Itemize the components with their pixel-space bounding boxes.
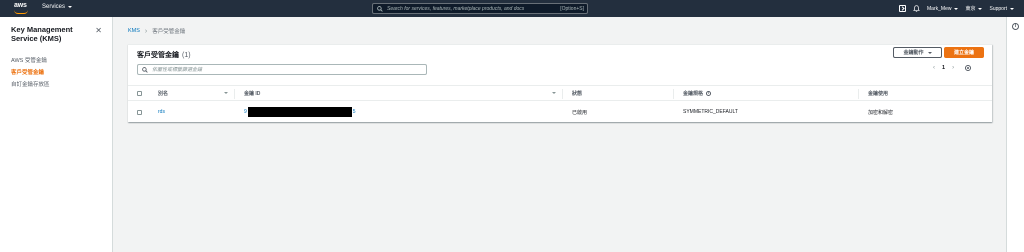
key-id-link[interactable]: 9 5: [244, 106, 356, 118]
region-label: 東京: [965, 6, 976, 12]
support-menu[interactable]: Support: [989, 6, 1014, 12]
cloudshell-icon[interactable]: [899, 5, 907, 12]
breadcrumb-current: 客戶受管金鑰: [152, 29, 186, 35]
aws-logo[interactable]: aws: [12, 2, 32, 15]
keys-table-container: 客戶受管金鑰(1) 金鑰動作 建立金鑰 依屬性或標籤篩選金鑰 ‹ 1 › 別名: [128, 44, 992, 122]
services-label: Services: [42, 4, 66, 10]
caret-down-icon: [978, 7, 983, 10]
column-header-key-id[interactable]: 金鑰 ID: [244, 86, 260, 100]
caret-down-icon: [927, 51, 932, 54]
top-navigation-bar: aws Services Search for services, featur…: [0, 0, 1024, 17]
info-icon[interactable]: i: [706, 90, 712, 96]
sort-icon[interactable]: [552, 92, 556, 94]
aws-smile-icon: [14, 10, 28, 14]
sidebar-item-aws-managed-keys[interactable]: AWS 受管金鑰: [11, 55, 50, 67]
key-id-sort-icon-cell: [552, 86, 556, 100]
next-page-button[interactable]: ›: [952, 65, 954, 71]
key-actions-label: 金鑰動作: [903, 50, 924, 56]
table-header: 別名 金鑰 ID 狀態 金鑰規格 i 金鑰使用: [128, 85, 992, 101]
caret-down-icon: [68, 6, 73, 8]
panel-title-text: 客戶受管金鑰: [137, 52, 179, 59]
status-value: 已啟用: [572, 109, 588, 116]
alias-sort-icon-cell: [224, 86, 228, 100]
help-panel-rail: i: [1006, 17, 1024, 252]
alias-header-label: 別名: [158, 90, 169, 97]
select-all-checkbox-cell: [137, 86, 142, 100]
create-key-label: 建立金鑰: [953, 50, 974, 56]
caret-down-icon: [1010, 7, 1014, 10]
alias-link[interactable]: rds: [158, 106, 165, 118]
breadcrumb: KMS › 客戶受管金鑰: [128, 27, 186, 36]
aws-logo-text: aws: [14, 2, 27, 9]
key-usage-value: 加密和解密: [868, 109, 894, 116]
column-divider: [673, 89, 674, 99]
search-icon: [377, 5, 383, 12]
search-shortcut-hint: [Option+S]: [560, 5, 584, 12]
column-header-alias[interactable]: 別名: [158, 86, 168, 100]
region-menu[interactable]: 東京: [965, 5, 983, 12]
column-header-key-spec[interactable]: 金鑰規格 i: [683, 86, 712, 100]
info-icon[interactable]: i: [1012, 23, 1019, 30]
key-spec-header-label: 金鑰規格: [683, 90, 704, 97]
account-menu[interactable]: Mark_Mew: [927, 5, 959, 12]
column-header-status[interactable]: 狀態: [572, 86, 582, 100]
sidebar-title: Key Management Service (KMS): [11, 25, 73, 43]
pagination: ‹ 1 ›: [933, 65, 972, 71]
column-divider: [234, 89, 235, 99]
column-header-key-usage[interactable]: 金鑰使用: [868, 86, 888, 100]
current-page-number[interactable]: 1: [942, 65, 945, 71]
key-id-prefix: 9: [244, 109, 247, 115]
sidebar-item-custom-key-stores[interactable]: 自訂金鑰存放區: [11, 79, 50, 91]
key-id-header-label: 金鑰 ID: [244, 90, 261, 97]
bell-icon[interactable]: [913, 5, 920, 12]
search-icon: [142, 66, 148, 73]
sidebar-nav: AWS 受管金鑰 客戶受管金鑰 自訂金鑰存放區: [11, 55, 50, 91]
filter-input[interactable]: 依屬性或標籤篩選金鑰: [137, 64, 427, 75]
support-label: Support: [989, 5, 1007, 12]
account-label: Mark_Mew: [927, 5, 952, 12]
nav-right-group: Mark_Mew 東京 Support: [899, 3, 1014, 14]
key-usage-header-label: 金鑰使用: [868, 90, 889, 97]
breadcrumb-kms-link[interactable]: KMS: [128, 28, 140, 34]
filter-placeholder: 依屬性或標籤篩選金鑰: [152, 67, 203, 73]
caret-down-icon: [954, 7, 959, 10]
status-header-label: 狀態: [572, 90, 583, 97]
column-divider: [858, 89, 859, 99]
key-count: (1): [182, 52, 191, 59]
breadcrumb-separator: ›: [144, 27, 148, 35]
row-select-checkbox[interactable]: [137, 109, 142, 115]
sidebar-item-customer-managed-keys[interactable]: 客戶受管金鑰: [11, 67, 50, 79]
global-search-input[interactable]: Search for services, features, marketpla…: [372, 3, 588, 14]
search-placeholder: Search for services, features, marketpla…: [387, 5, 525, 12]
sidebar: Key Management Service (KMS) ✕ AWS 受管金鑰 …: [0, 17, 113, 252]
create-key-button[interactable]: 建立金鑰: [944, 47, 984, 58]
table-row: rds 9 5 已啟用 SYMMETRIC_DEFAULT 加密和解密: [128, 106, 992, 118]
row-checkbox-cell: [137, 106, 142, 118]
settings-gear-icon[interactable]: [965, 65, 972, 71]
previous-page-button[interactable]: ‹: [933, 65, 935, 71]
page-title: 客戶受管金鑰 (1): [137, 50, 191, 60]
key-id-suffix: 5: [352, 109, 356, 115]
key-spec-value: SYMMETRIC_DEFAULT: [683, 109, 738, 115]
select-all-checkbox[interactable]: [137, 90, 142, 96]
close-icon[interactable]: ✕: [95, 26, 102, 35]
column-divider: [562, 89, 563, 99]
sort-icon[interactable]: [224, 92, 228, 94]
services-menu-button[interactable]: Services: [42, 4, 73, 10]
key-actions-button[interactable]: 金鑰動作: [893, 47, 942, 58]
redacted-key-id-block: [247, 107, 352, 117]
